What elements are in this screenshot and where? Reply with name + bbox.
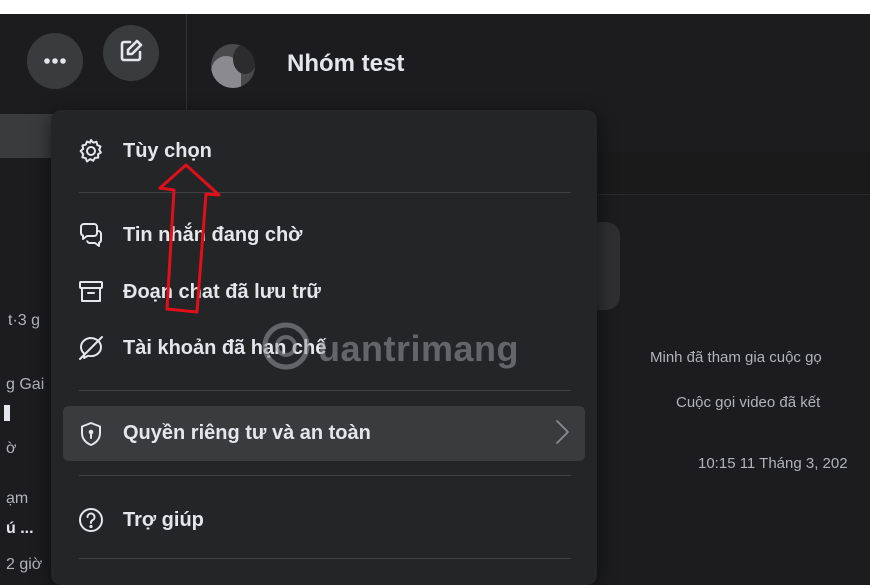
- menu-item-help[interactable]: Trợ giúp: [63, 496, 585, 544]
- list-item-fragment: 2 giờ: [6, 556, 43, 573]
- options-dropdown-menu: Tùy chọn Tin nhắn đang chờ Đoạn chat đã …: [51, 110, 597, 585]
- archive-box-icon: [75, 276, 107, 308]
- list-item-fragment: ờ: [6, 440, 17, 457]
- system-message: Cuộc gọi video đã kết: [676, 394, 821, 411]
- group-title[interactable]: Nhóm test: [287, 50, 404, 78]
- restricted-chat-icon: [75, 332, 107, 364]
- menu-item-label: Tài khoản đã hạn chế: [123, 336, 327, 359]
- message-bubble: [596, 222, 620, 310]
- gear-icon: [75, 135, 107, 167]
- list-item-fragment: ú ...: [6, 520, 34, 537]
- menu-divider: [79, 390, 571, 391]
- system-message: Minh đã tham gia cuộc gọ: [650, 349, 822, 366]
- menu-item-restricted-accounts[interactable]: Tài khoản đã hạn chế: [63, 324, 585, 372]
- header-divider: [186, 14, 187, 110]
- menu-item-privacy-safety[interactable]: Quyền riêng tư và an toàn: [63, 406, 585, 461]
- group-avatar[interactable]: [211, 44, 255, 88]
- menu-item-label: Quyền riêng tư và an toàn: [123, 422, 371, 444]
- list-item-fragment: t·3 g: [8, 312, 41, 329]
- menu-item-label: Đoạn chat đã lưu trữ: [123, 280, 321, 303]
- menu-item-label: Tùy chọn: [123, 139, 212, 162]
- shield-lock-icon: [75, 418, 107, 450]
- compose-button[interactable]: [103, 25, 159, 81]
- list-item-fragment: g Gai: [6, 376, 45, 393]
- menu-item-options[interactable]: Tùy chọn: [63, 127, 585, 175]
- more-horizontal-icon: [43, 52, 67, 70]
- chat-bubbles-icon: [75, 219, 107, 251]
- top-strip: [0, 0, 870, 14]
- menu-item-label: Tin nhắn đang chờ: [123, 223, 303, 246]
- menu-item-message-requests[interactable]: Tin nhắn đang chờ: [63, 211, 585, 259]
- conversation-header-strip: [598, 152, 870, 195]
- list-item-marker: [4, 405, 10, 421]
- menu-divider: [79, 475, 571, 476]
- more-options-button[interactable]: [27, 33, 83, 89]
- message-timestamp: 10:15 11 Tháng 3, 202: [698, 455, 848, 472]
- menu-item-archived-chats[interactable]: Đoạn chat đã lưu trữ: [63, 268, 585, 316]
- menu-divider: [79, 558, 571, 559]
- help-circle-icon: [75, 504, 107, 536]
- chevron-right-icon: [553, 418, 571, 451]
- menu-divider: [79, 192, 571, 193]
- list-item-fragment: ạm: [6, 490, 29, 507]
- compose-icon: [118, 38, 144, 69]
- menu-item-label: Trợ giúp: [123, 508, 204, 531]
